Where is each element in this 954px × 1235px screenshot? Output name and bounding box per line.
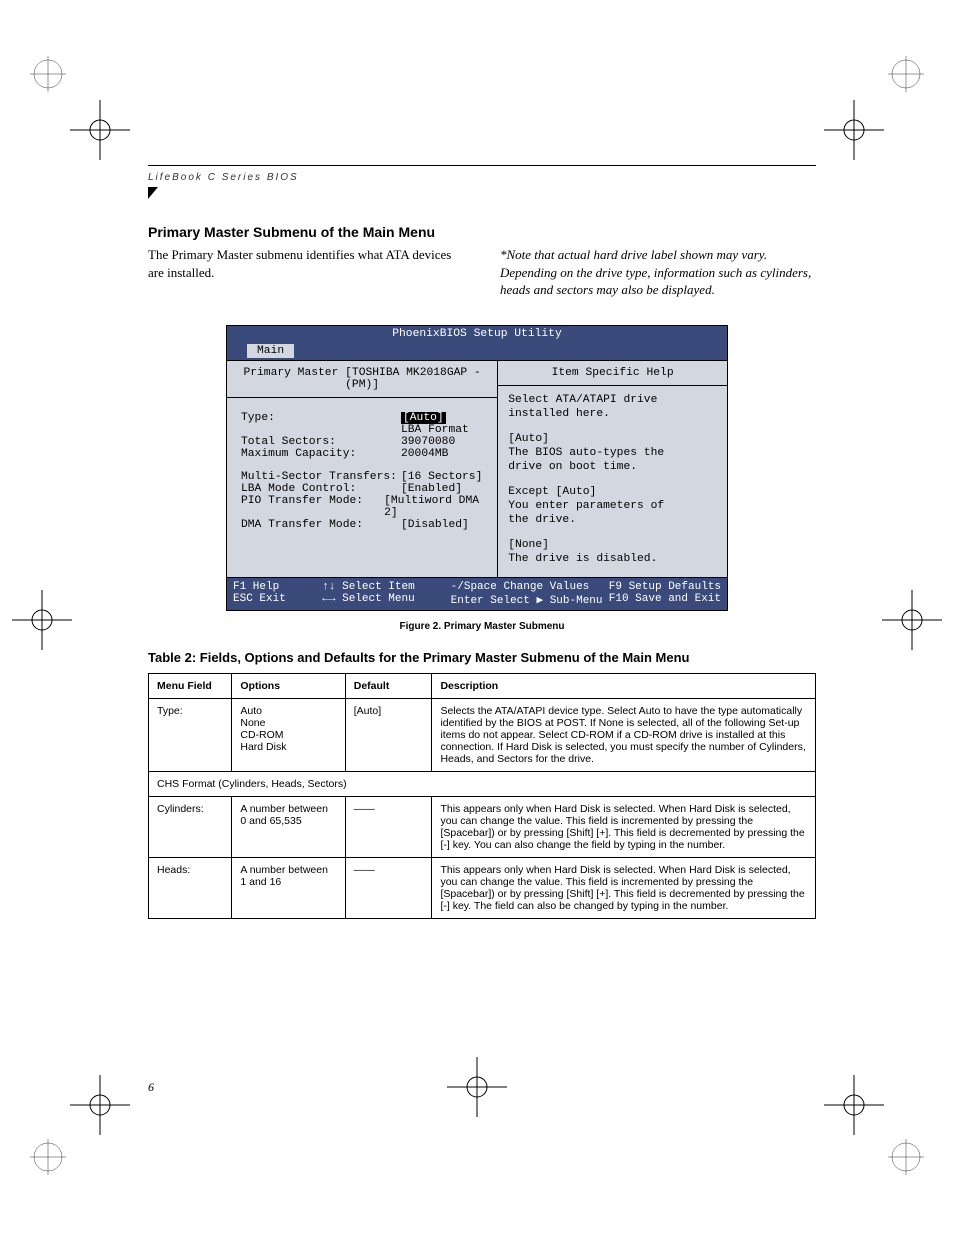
field-max-capacity-label: Maximum Capacity: xyxy=(241,448,401,460)
table-cell: [Auto] xyxy=(345,698,432,771)
table-cell: This appears only when Hard Disk is sele… xyxy=(432,857,816,918)
field-lba-ctl-value[interactable]: [Enabled] xyxy=(401,483,462,495)
figure-caption: Figure 2. Primary Master Submenu xyxy=(148,621,816,632)
options-table: Menu Field Options Default Description T… xyxy=(148,673,816,919)
table-cell: A number between 1 and 16 xyxy=(232,857,345,918)
table-title: Table 2: Fields, Options and Defaults fo… xyxy=(148,650,816,665)
help-text: [None] xyxy=(508,539,717,551)
crop-mark-icon xyxy=(70,100,130,160)
crop-mark-icon xyxy=(824,100,884,160)
help-text: The BIOS auto-types the xyxy=(508,447,717,459)
field-total-sectors-value: 39070080 xyxy=(401,436,455,448)
table-header-row: Menu Field Options Default Description xyxy=(149,673,816,698)
bios-title: PhoenixBIOS Setup Utility xyxy=(226,325,728,342)
th-default: Default xyxy=(345,673,432,698)
running-head: LifeBook C Series BIOS xyxy=(148,172,299,183)
help-text: Select ATA/ATAPI drive xyxy=(508,394,717,406)
crop-mark-icon xyxy=(70,1075,130,1135)
crop-mark-icon xyxy=(824,1075,884,1135)
key-f10-save[interactable]: F10 Save and Exit xyxy=(609,593,721,607)
table-cell: A number between 0 and 65,535 xyxy=(232,796,345,857)
section-title: Primary Master Submenu of the Main Menu xyxy=(148,224,816,240)
crop-mark-icon xyxy=(12,590,72,650)
table-span-cell: CHS Format (Cylinders, Heads, Sectors) xyxy=(149,771,816,796)
page: LifeBook C Series BIOS Primary Master Su… xyxy=(0,0,954,1235)
crop-mark-icon xyxy=(882,590,942,650)
key-f1-help[interactable]: F1 Help xyxy=(233,581,322,593)
table-cell: Type: xyxy=(149,698,232,771)
table-row: Heads:A number between 1 and 16——This ap… xyxy=(149,857,816,918)
table-cell: Cylinders: xyxy=(149,796,232,857)
bios-left-header: Primary Master [TOSHIBA MK2018GAP -(PM)] xyxy=(227,361,497,398)
field-pio-label: PIO Transfer Mode: xyxy=(241,495,384,519)
field-lba-format: LBA Format xyxy=(401,424,469,436)
th-menu-field: Menu Field xyxy=(149,673,232,698)
table-cell: Heads: xyxy=(149,857,232,918)
table-cell: Selects the ATA/ATAPI device type. Selec… xyxy=(432,698,816,771)
key-change-values: -/Space Change Values xyxy=(451,581,609,593)
table-cell: —— xyxy=(345,796,432,857)
table-row: CHS Format (Cylinders, Heads, Sectors) xyxy=(149,771,816,796)
field-type-label: Type: xyxy=(241,412,401,424)
page-number: 6 xyxy=(148,1080,154,1095)
field-multi-value[interactable]: [16 Sectors] xyxy=(401,471,482,483)
field-max-capacity-value: 20004MB xyxy=(401,448,448,460)
triangle-icon xyxy=(148,187,158,199)
crop-mark-icon xyxy=(447,1057,507,1117)
bios-tabbar: Main xyxy=(226,342,728,360)
table-cell: This appears only when Hard Disk is sele… xyxy=(432,796,816,857)
key-select-item: ↑↓ Select Item xyxy=(322,581,450,593)
intro-note: *Note that actual hard drive label shown… xyxy=(500,246,816,299)
bios-footer: F1 Help ↑↓ Select Item -/Space Change Va… xyxy=(226,578,728,611)
field-dma-label: DMA Transfer Mode: xyxy=(241,519,401,531)
field-dma-value[interactable]: [Disabled] xyxy=(401,519,469,531)
th-description: Description xyxy=(432,673,816,698)
field-multi-label: Multi-Sector Transfers: xyxy=(241,471,401,483)
table-row: Type:Auto None CD-ROM Hard Disk[Auto]Sel… xyxy=(149,698,816,771)
field-total-sectors-label: Total Sectors: xyxy=(241,436,401,448)
bios-screenshot: PhoenixBIOS Setup Utility Main Primary M… xyxy=(226,325,728,611)
help-text: installed here. xyxy=(508,408,717,420)
help-text: the drive. xyxy=(508,514,717,526)
table-cell: Auto None CD-ROM Hard Disk xyxy=(232,698,345,771)
field-pio-value[interactable]: [Multiword DMA 2] xyxy=(384,495,487,519)
key-esc-exit[interactable]: ESC Exit xyxy=(233,593,322,607)
th-options: Options xyxy=(232,673,345,698)
help-text: Except [Auto] xyxy=(508,486,717,498)
field-lba-ctl-label: LBA Mode Control: xyxy=(241,483,401,495)
bios-tab-main[interactable]: Main xyxy=(247,344,294,358)
key-f9-defaults[interactable]: F9 Setup Defaults xyxy=(609,581,721,593)
table-cell: —— xyxy=(345,857,432,918)
bios-right-header: Item Specific Help xyxy=(498,361,727,386)
help-text: You enter parameters of xyxy=(508,500,717,512)
table-row: Cylinders:A number between 0 and 65,535—… xyxy=(149,796,816,857)
intro-text: The Primary Master submenu identifies wh… xyxy=(148,246,464,299)
field-type-value[interactable]: [Auto] xyxy=(401,412,446,424)
help-text: The drive is disabled. xyxy=(508,553,717,565)
help-text: [Auto] xyxy=(508,433,717,445)
key-enter-submenu: Enter Select ▶ Sub-Menu xyxy=(451,593,609,607)
help-text: drive on boot time. xyxy=(508,461,717,473)
header-rule xyxy=(148,165,816,166)
key-select-menu: ←→ Select Menu xyxy=(322,593,450,607)
